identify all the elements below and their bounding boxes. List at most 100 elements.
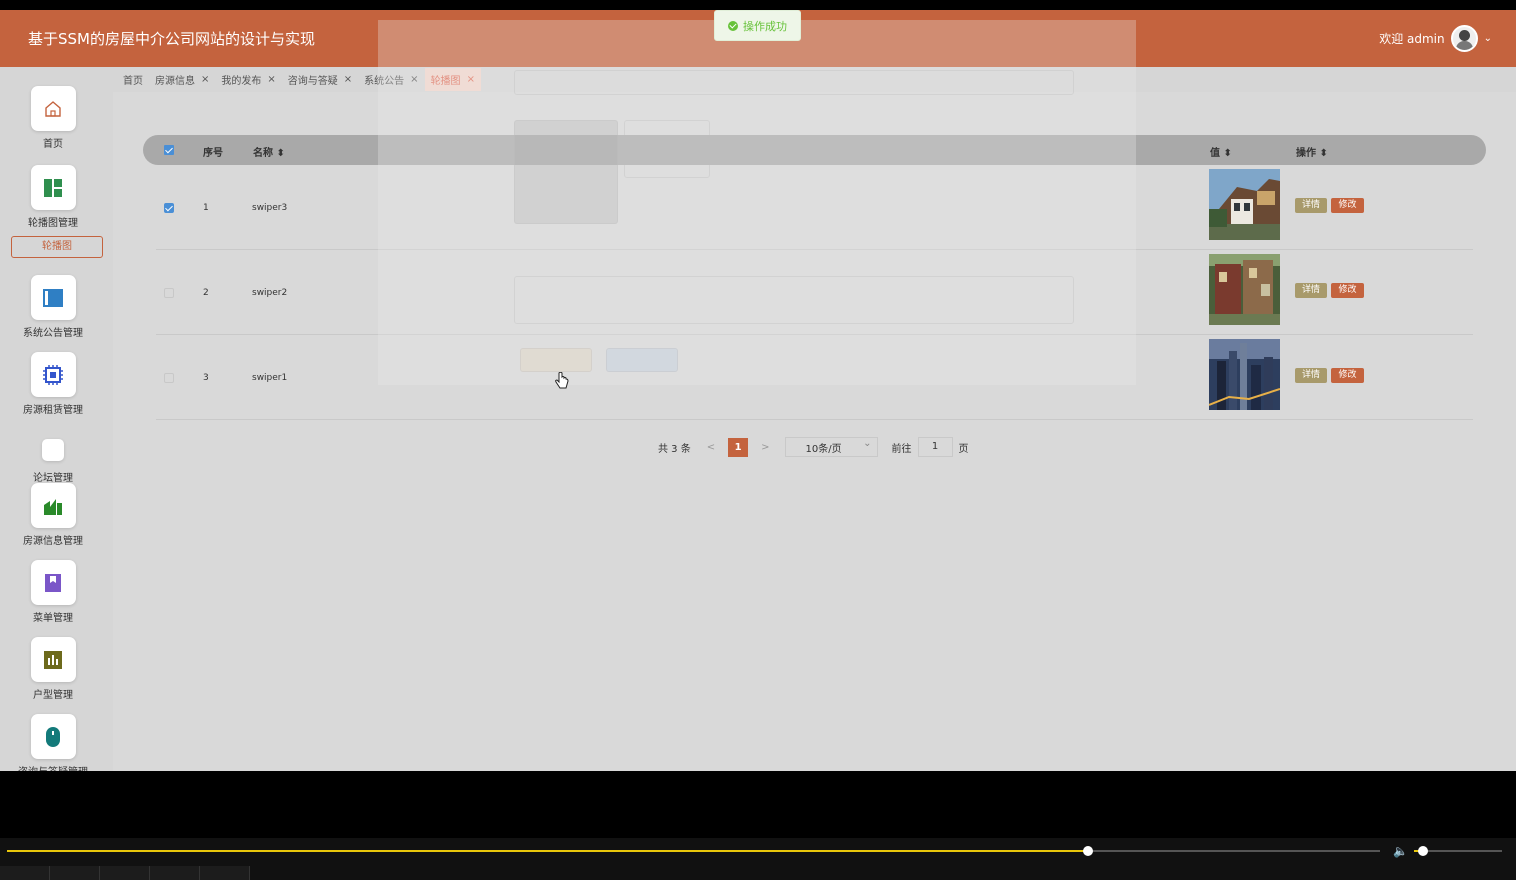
sort-icon[interactable]: ⬍ [276,148,284,159]
sidebar-item-label: 系统公告管理 [23,328,83,339]
ghost-input [514,70,1074,95]
volume-icon[interactable]: 🔈 [1393,844,1408,858]
thumbnail-street[interactable] [1209,254,1280,325]
total-count: 共 3 条 [658,443,691,455]
player-tab-strip [0,866,250,880]
sidebar-item-label: 咨询与答疑管理 [0,763,106,771]
tab-label: 咨询与答疑 [287,76,338,87]
row-checkbox[interactable] [164,288,174,298]
user-menu[interactable]: 欢迎 admin ⌄ [1379,25,1492,52]
ghost-upload [624,120,710,178]
goto-page-input[interactable]: 1 [917,437,953,457]
tab-label: 房源信息 [155,76,195,87]
player-tab[interactable] [0,866,50,880]
chart-icon [30,483,76,528]
row-name: swiper3 [252,203,288,213]
ghost-button [520,348,592,372]
volume-slider[interactable] [1414,846,1502,856]
sidebar-item-label: 房源信息管理 [23,536,83,547]
row-index: 2 [203,288,209,298]
page-size-select[interactable]: 10条/页 [784,437,878,457]
sidebar-item-label: 房源租赁管理 [23,405,83,416]
ghost-image [514,120,618,224]
player-tab[interactable] [200,866,250,880]
grid-icon [30,165,76,210]
sidebar-item-label: 户型管理 [33,690,73,701]
pagination: 共 3 条 < 1 > 10条/页 前往 1 页 [658,437,969,457]
row-checkbox[interactable] [164,373,174,383]
blank-icon [42,439,64,461]
close-icon[interactable]: × [201,74,209,85]
bars-icon [30,637,76,682]
edit-button[interactable]: 修改 [1331,198,1364,213]
sidebar-item-carousel[interactable]: 轮播图管理 [0,165,106,229]
sidebar-item-label: 轮播图管理 [28,218,78,229]
page-1-button[interactable]: 1 [728,437,749,457]
sidebar-subitem-carousel[interactable]: 轮播图 [11,236,103,258]
success-toast: 操作成功 [714,10,801,41]
prev-page-button[interactable]: < [707,442,715,453]
check-circle-icon [728,20,738,31]
detail-button[interactable]: 详情 [1295,198,1327,213]
column-header-name[interactable]: 名称 ⬍ [253,144,285,159]
tab-consult[interactable]: 咨询与答疑 × [282,68,358,91]
detail-button[interactable]: 详情 [1295,283,1327,298]
sort-icon[interactable]: ⬍ [1223,148,1231,159]
column-header-label: 值 [1210,148,1220,159]
edit-button[interactable]: 修改 [1331,283,1364,298]
chevron-down-icon[interactable]: ⌄ [1484,33,1492,44]
close-icon[interactable]: × [344,74,352,85]
sidebar-item-consult[interactable]: 咨询与答疑管理 [0,714,106,771]
progress-fill [7,850,1088,852]
edit-button[interactable]: 修改 [1331,368,1364,383]
panel-icon [30,275,76,320]
sidebar-item-listings[interactable]: 房源信息管理 [0,483,106,547]
row-name: swiper2 [252,288,288,298]
player-tab[interactable] [50,866,100,880]
sidebar-item-menu[interactable]: 菜单管理 [0,560,106,624]
thumbnail-building[interactable] [1209,169,1280,240]
sidebar-item-notices[interactable]: 系统公告管理 [0,275,106,339]
detail-button[interactable]: 详情 [1295,368,1327,383]
column-header-action[interactable]: 操作 ⬍ [1296,144,1328,159]
progress-bar[interactable] [7,846,1380,856]
app-title: 基于SSM的房屋中介公司网站的设计与实现 [28,30,315,48]
sidebar-item-forum[interactable]: 论坛管理 [0,439,106,484]
player-tab[interactable] [150,866,200,880]
video-player-bar: 🔈 [0,838,1516,880]
avatar[interactable] [1450,25,1478,52]
sidebar-item-home[interactable]: 首页 [0,86,106,150]
welcome-text: 欢迎 admin [1379,32,1445,46]
sidebar-item-layouts[interactable]: 户型管理 [0,637,106,701]
tab-home[interactable]: 首页 [117,68,149,91]
next-page-button[interactable]: > [761,442,769,453]
mouse-icon [30,714,76,759]
progress-knob[interactable] [1082,846,1093,856]
volume-knob[interactable] [1417,846,1428,856]
sort-icon[interactable]: ⬍ [1319,148,1327,159]
tab-listings[interactable]: 房源信息 × [149,68,215,91]
row-checkbox[interactable] [164,203,174,213]
app-window: 基于SSM的房屋中介公司网站的设计与实现 欢迎 admin ⌄ 操作成功 首页 … [0,10,1516,771]
sidebar-item-label: 首页 [43,139,63,150]
page-suffix: 页 [958,443,969,455]
thumbnail-city[interactable] [1209,339,1280,410]
home-icon [30,86,76,131]
fading-dialog [378,20,1136,385]
pointer-cursor [555,371,569,394]
row-index: 1 [203,203,209,213]
close-icon[interactable]: × [267,74,275,85]
bookmark-icon [30,560,76,605]
toast-message: 操作成功 [743,19,787,33]
player-tab[interactable] [100,866,150,880]
ghost-button [606,348,678,372]
row-name: swiper1 [252,373,288,383]
row-index: 3 [203,373,209,383]
goto-label: 前往 [891,443,912,455]
sidebar-item-rental[interactable]: 房源租赁管理 [0,352,106,416]
sidebar: 首页 轮播图管理 轮播图 系统公告管理 房源租赁管理 论坛管理 房源信息管理 菜… [0,67,113,771]
tab-my-posts[interactable]: 我的发布 × [215,68,281,91]
column-header-value[interactable]: 值 ⬍ [1210,144,1232,159]
tab-label: 首页 [123,76,143,87]
select-all-checkbox[interactable] [164,145,174,155]
